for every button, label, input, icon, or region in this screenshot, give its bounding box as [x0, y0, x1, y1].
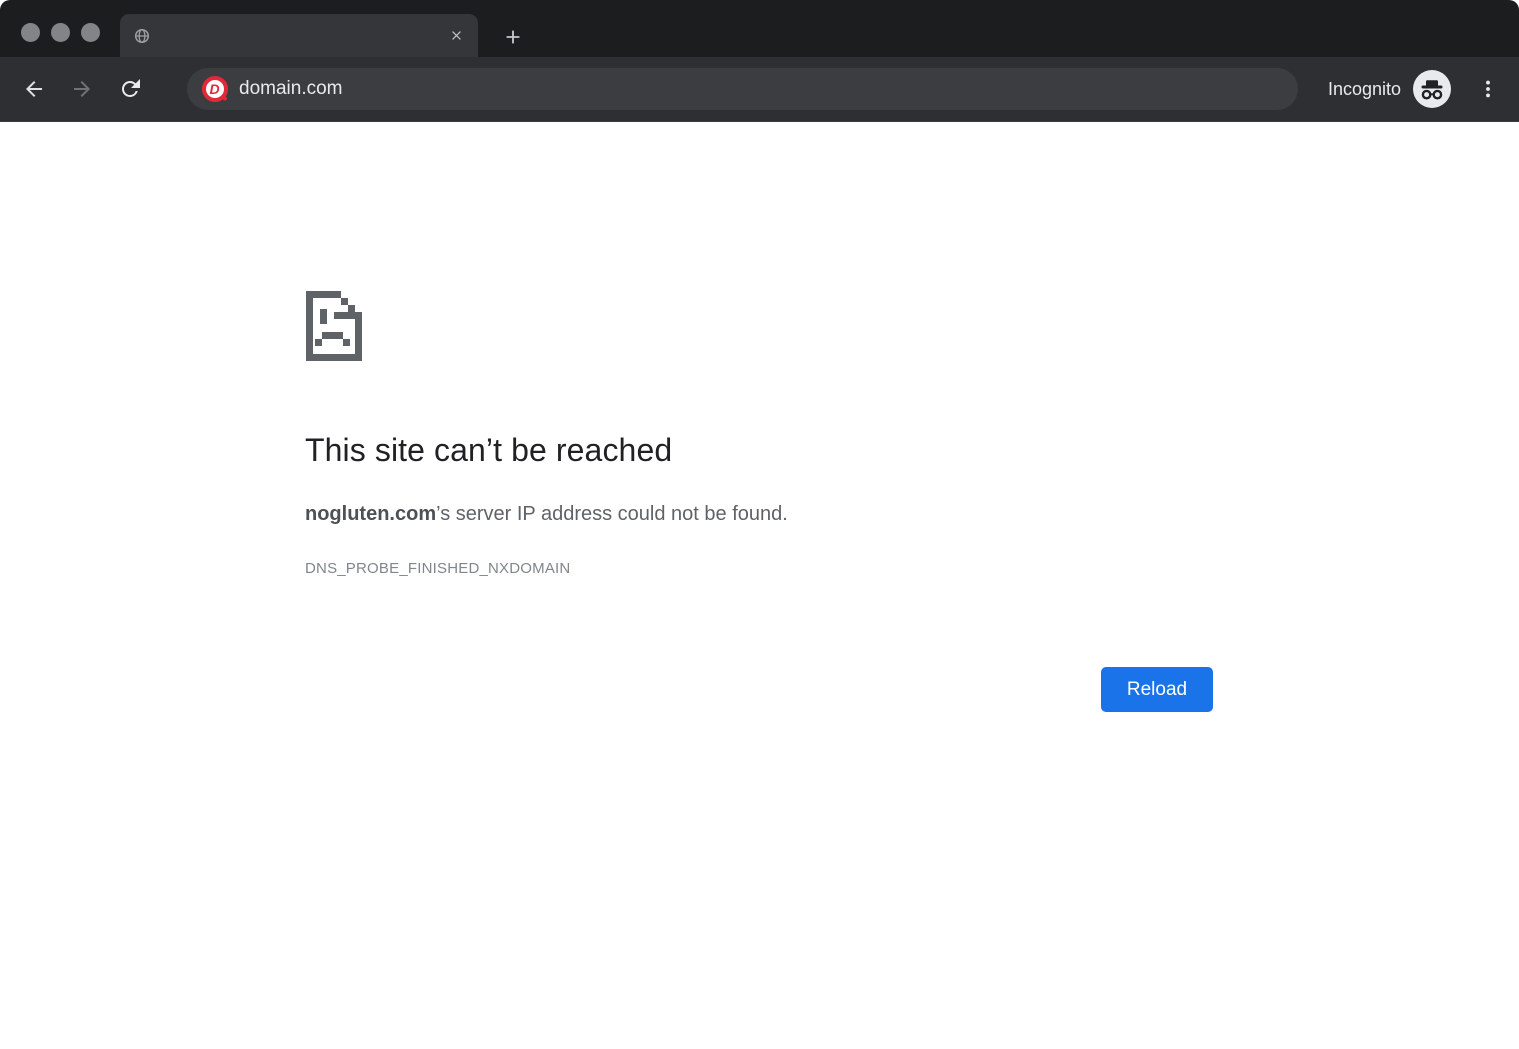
error-hostname: nogluten.com [305, 503, 436, 525]
address-bar[interactable]: D domain.com [187, 68, 1298, 110]
arrow-right-icon [70, 77, 94, 101]
browser-tab[interactable] [120, 14, 478, 57]
reload-button[interactable]: Reload [1101, 667, 1213, 712]
reload-page-button[interactable] [118, 77, 142, 101]
new-tab-button[interactable] [502, 26, 524, 48]
window-maximize-button[interactable] [81, 23, 100, 42]
browser-toolbar: D domain.com Incognito [0, 57, 1519, 122]
tab-strip [0, 0, 1519, 57]
error-heading: This site can’t be reached [305, 432, 672, 469]
browser-window: D domain.com Incognito [0, 0, 1519, 1049]
kebab-menu-icon[interactable] [1477, 78, 1499, 100]
reload-icon [118, 77, 142, 101]
error-message: nogluten.com’s server IP address could n… [305, 503, 788, 526]
incognito-badge-icon [1413, 70, 1451, 108]
arrow-left-icon [22, 77, 46, 101]
incognito-label: Incognito [1328, 79, 1401, 100]
forward-button[interactable] [70, 77, 94, 101]
url-text[interactable]: domain.com [239, 78, 343, 100]
error-page: This site can’t be reached nogluten.com’… [0, 122, 1519, 1049]
window-close-button[interactable] [21, 23, 40, 42]
window-minimize-button[interactable] [51, 23, 70, 42]
error-message-rest: ’s server IP address could not be found. [436, 503, 788, 525]
error-code: DNS_PROBE_FINISHED_NXDOMAIN [305, 560, 570, 577]
close-icon[interactable] [449, 28, 464, 43]
globe-icon [134, 28, 150, 44]
domain-logo-icon[interactable]: D [201, 75, 229, 103]
sad-file-icon [306, 291, 362, 366]
back-button[interactable] [22, 77, 46, 101]
svg-text:D: D [209, 81, 219, 97]
plus-icon [502, 26, 524, 48]
window-controls [21, 23, 100, 42]
